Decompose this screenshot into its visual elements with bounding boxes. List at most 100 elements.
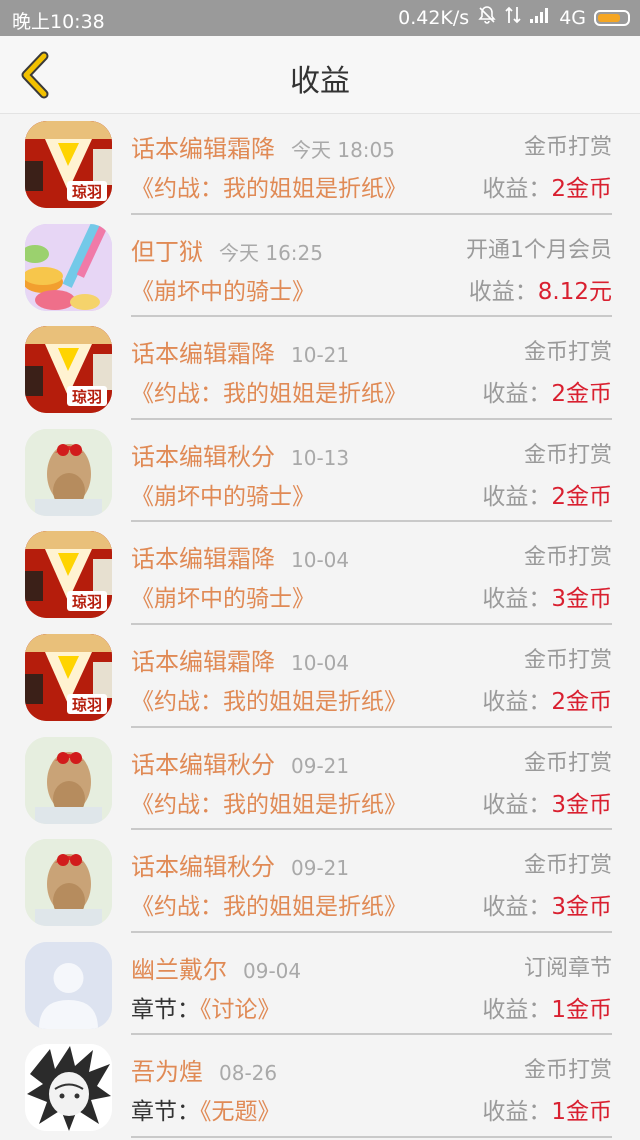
earning-type: 订阅章节 [523, 955, 612, 981]
sender-name[interactable]: 话本编辑霜降 [131, 135, 275, 163]
sender-name[interactable]: 但丁狱 [131, 238, 203, 266]
row-detail: 《约战：我的姐姐是折纸》 收益：2金币 [131, 682, 612, 716]
earning-value: 8.12元 [537, 278, 612, 305]
earnings-row[interactable]: 琼羽 话本编辑霜降 10-04 金币打赏 《崩坏中的骑士》 收益：3金币 [0, 524, 640, 627]
row-detail: 《约战：我的姐姐是折纸》 收益：3金币 [131, 887, 612, 921]
earning-value: 2金币 [551, 381, 612, 408]
avatar[interactable] [25, 941, 112, 1029]
earnings-row[interactable]: 琼羽 话本编辑霜降 10-21 金币打赏 《约战：我的姐姐是折纸》 收益：2金币 [0, 319, 640, 422]
earning-value: 3金币 [551, 791, 612, 818]
book-title[interactable]: 《崩坏中的骑士》 [131, 279, 315, 305]
network-type: 4G [559, 6, 586, 29]
battery-icon [594, 9, 630, 26]
sender-name[interactable]: 话本编辑秋分 [131, 443, 275, 471]
row-date: 10-21 [291, 343, 350, 368]
row-header: 吾为煌 08-26 金币打赏 [131, 1052, 612, 1086]
avatar[interactable] [25, 428, 112, 516]
sender-name[interactable]: 话本编辑秋分 [131, 853, 275, 881]
book-title[interactable]: 《约战：我的姐姐是折纸》 [131, 381, 407, 407]
earning-label: 收益： [468, 278, 538, 305]
page-title: 收益 [290, 64, 350, 99]
earnings-row[interactable]: 琼羽 话本编辑霜降 今天 18:05 金币打赏 《约战：我的姐姐是折纸》 收益：2… [0, 114, 640, 217]
earning-label: 收益： [482, 688, 552, 715]
earning-amount: 收益：8.12元 [469, 272, 612, 306]
book-title[interactable]: 《约战：我的姐姐是折纸》 [131, 176, 407, 202]
earning-type: 金币打赏 [523, 853, 612, 879]
earning-amount: 收益：2金币 [482, 682, 612, 716]
row-detail: 章节：《无题》 收益：1金币 [131, 1092, 612, 1126]
earning-value: 3金币 [551, 586, 612, 613]
row-detail: 章节：《讨论》 收益：1金币 [131, 990, 612, 1024]
earning-amount: 收益：1金币 [482, 1092, 612, 1126]
row-divider [131, 417, 612, 420]
sender-name[interactable]: 话本编辑霜降 [131, 340, 275, 368]
avatar[interactable]: 琼羽 [25, 326, 112, 414]
earning-label: 收益： [482, 894, 552, 921]
sender-name[interactable]: 话本编辑秋分 [131, 751, 275, 779]
row-date: 09-21 [291, 753, 350, 778]
mute-bell-icon [477, 5, 497, 30]
row-detail: 《崩坏中的骑士》 收益：2金币 [131, 477, 612, 511]
row-header: 话本编辑霜降 10-04 金币打赏 [131, 539, 612, 573]
earning-label: 收益： [482, 791, 552, 818]
book-title[interactable]: 《崩坏中的骑士》 [131, 586, 315, 612]
avatar-badge-text: 琼羽 [72, 696, 102, 714]
row-header: 话本编辑秋分 09-21 金币打赏 [131, 745, 612, 779]
row-date: 今天 16:25 [219, 240, 323, 265]
row-date: 09-21 [291, 856, 350, 881]
earning-amount: 收益：3金币 [482, 579, 612, 613]
earning-amount: 收益：3金币 [482, 887, 612, 921]
earning-value: 3金币 [551, 894, 612, 921]
avatar[interactable] [25, 223, 112, 311]
earning-amount: 收益：3金币 [482, 785, 612, 819]
row-detail: 《崩坏中的骑士》 收益：8.12元 [131, 272, 612, 306]
book-title[interactable]: 《讨论》 [200, 997, 281, 1023]
row-header: 幽兰戴尔 09-04 订阅章节 [131, 950, 612, 984]
sender-name[interactable]: 幽兰戴尔 [131, 956, 227, 984]
avatar[interactable] [25, 839, 112, 927]
earning-type: 开通1个月会员 [466, 237, 612, 263]
row-divider [131, 828, 612, 831]
row-detail: 《约战：我的姐姐是折纸》 收益：2金币 [131, 374, 612, 408]
book-title[interactable]: 《无题》 [200, 1099, 281, 1125]
row-header: 话本编辑秋分 09-21 金币打赏 [131, 847, 612, 881]
row-divider [131, 1033, 612, 1036]
book-title[interactable]: 《约战：我的姐姐是折纸》 [131, 689, 407, 715]
status-time: 晚上10:38 [12, 11, 105, 33]
earning-amount: 收益：1金币 [482, 990, 612, 1024]
row-date: 10-13 [291, 445, 350, 470]
earning-value: 2金币 [551, 176, 612, 202]
earning-label: 收益： [482, 483, 552, 510]
earning-label: 收益： [482, 996, 552, 1023]
earnings-row[interactable]: 话本编辑秋分 10-13 金币打赏 《崩坏中的骑士》 收益：2金币 [0, 422, 640, 525]
data-transfer-icon [505, 5, 521, 30]
nav-bar: 收益 [0, 36, 640, 114]
sender-name[interactable]: 话本编辑霜降 [131, 545, 275, 573]
avatar[interactable]: 琼羽 [25, 121, 112, 208]
avatar-badge-text: 琼羽 [72, 593, 102, 611]
status-icons: 0.42K/s 4G [398, 5, 630, 30]
sender-name[interactable]: 吾为煌 [131, 1058, 203, 1086]
row-detail: 《约战：我的姐姐是折纸》 收益：3金币 [131, 785, 612, 819]
row-date: 今天 18:05 [291, 138, 395, 162]
row-divider [131, 315, 612, 318]
avatar[interactable] [25, 1044, 112, 1132]
earnings-row[interactable]: 琼羽 话本编辑霜降 10-04 金币打赏 《约战：我的姐姐是折纸》 收益：2金币 [0, 627, 640, 730]
avatar-badge-text: 琼羽 [72, 388, 102, 406]
earnings-row[interactable]: 但丁狱 今天 16:25 开通1个月会员 《崩坏中的骑士》 收益：8.12元 [0, 217, 640, 320]
book-title[interactable]: 《约战：我的姐姐是折纸》 [131, 792, 407, 818]
earnings-row[interactable]: 幽兰戴尔 09-04 订阅章节 章节：《讨论》 收益：1金币 [0, 935, 640, 1038]
row-date: 09-04 [243, 958, 302, 983]
earning-type: 金币打赏 [523, 340, 612, 366]
sender-name[interactable]: 话本编辑霜降 [131, 648, 275, 676]
earnings-row[interactable]: 话本编辑秋分 09-21 金币打赏 《约战：我的姐姐是折纸》 收益：3金币 [0, 730, 640, 833]
earnings-row[interactable]: 吾为煌 08-26 金币打赏 章节：《无题》 收益：1金币 [0, 1037, 640, 1140]
avatar[interactable]: 琼羽 [25, 633, 112, 721]
row-date: 08-26 [219, 1061, 278, 1086]
earnings-row[interactable]: 话本编辑秋分 09-21 金币打赏 《约战：我的姐姐是折纸》 收益：3金币 [0, 832, 640, 935]
book-title[interactable]: 《崩坏中的骑士》 [131, 484, 315, 510]
row-detail: 《崩坏中的骑士》 收益：3金币 [131, 579, 612, 613]
avatar[interactable] [25, 736, 112, 824]
book-title[interactable]: 《约战：我的姐姐是折纸》 [131, 894, 407, 920]
avatar[interactable]: 琼羽 [25, 531, 112, 619]
